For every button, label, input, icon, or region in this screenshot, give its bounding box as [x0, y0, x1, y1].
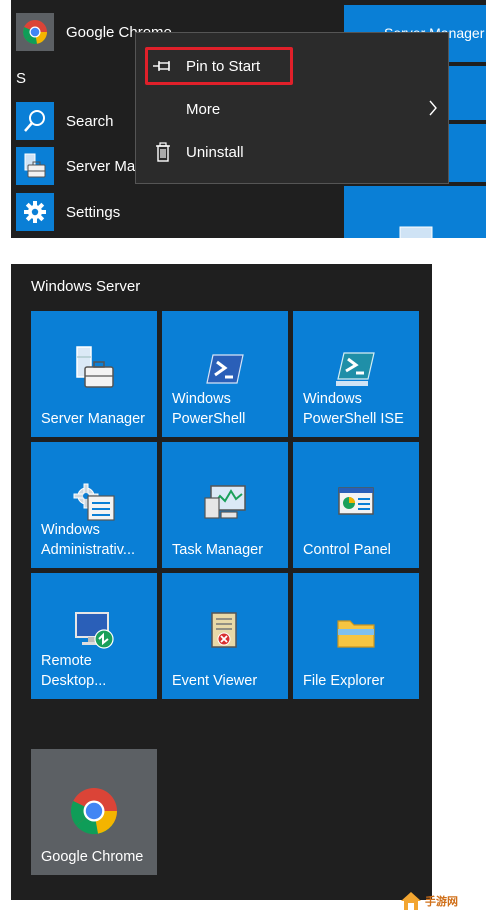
powershell-ise-icon	[293, 351, 419, 387]
tile-windows-powershell-ise[interactable]: Windows PowerShell ISE	[293, 311, 419, 437]
app-item-settings[interactable]: Settings	[11, 192, 346, 232]
powershell-icon	[162, 353, 288, 385]
app-label: Search	[66, 112, 114, 130]
gear-icon	[16, 193, 54, 231]
tile-task-manager[interactable]: Task Manager	[162, 442, 288, 568]
highlight-box	[145, 47, 293, 85]
folder-icon	[293, 615, 419, 649]
watermark: 手游网	[400, 888, 498, 914]
chevron-right-icon	[428, 99, 438, 121]
admin-tools-icon	[31, 482, 157, 522]
tile-label: Server Manager	[41, 411, 145, 427]
tile-label: Windows Administrativ...	[41, 522, 136, 558]
tile-windows-administrative-tools[interactable]: Windows Administrativ...	[31, 442, 157, 568]
menu-item-uninstall[interactable]: Uninstall	[136, 133, 448, 171]
server-manager-icon	[31, 345, 157, 389]
task-manager-icon	[162, 482, 288, 522]
tile-label: Windows PowerShell	[172, 391, 246, 427]
menu-item-more[interactable]: More	[136, 90, 448, 128]
tile-google-chrome-pinned[interactable]: Google Chrome	[31, 749, 157, 875]
tile-server-manager[interactable]: Server Manager	[31, 311, 157, 437]
live-tile[interactable]	[344, 186, 486, 238]
tile-label: Event Viewer	[172, 673, 258, 689]
tile-label: Remote Desktop...	[41, 653, 107, 689]
server-manager-icon	[16, 147, 54, 185]
tile-windows-powershell[interactable]: Windows PowerShell	[162, 311, 288, 437]
chrome-icon	[31, 787, 157, 835]
tile-control-panel[interactable]: Control Panel	[293, 442, 419, 568]
tile-label: Windows PowerShell ISE	[303, 391, 404, 427]
group-title[interactable]: Windows Server	[31, 278, 140, 295]
trash-icon	[152, 142, 174, 162]
menu-item-label: Uninstall	[186, 143, 244, 161]
tile-file-explorer[interactable]: File Explorer	[293, 573, 419, 699]
app-label: Settings	[66, 203, 121, 221]
context-menu: Pin to Start More Uninstall	[135, 32, 449, 184]
section-letter[interactable]: S	[16, 70, 26, 87]
event-viewer-icon	[162, 611, 288, 651]
menu-item-label: More	[186, 100, 221, 118]
monitor-icon	[399, 226, 433, 238]
remote-desktop-icon	[31, 609, 157, 651]
tile-label: Google Chrome	[41, 849, 144, 865]
house-logo-icon	[401, 892, 421, 910]
chrome-icon	[16, 13, 54, 51]
tile-label: Control Panel	[303, 542, 391, 558]
tile-label: Task Manager	[172, 542, 264, 558]
control-panel-icon	[293, 486, 419, 516]
tile-remote-desktop[interactable]: Remote Desktop...	[31, 573, 157, 699]
tile-label: File Explorer	[303, 673, 385, 689]
tile-group-panel: Windows Server Server Manager Windows Po…	[11, 264, 432, 900]
watermark-text: 手游网	[425, 896, 458, 908]
start-menu-panel: Google Chrome S Search Server Manager Se…	[11, 0, 486, 238]
search-icon	[16, 102, 54, 140]
tile-event-viewer[interactable]: Event Viewer	[162, 573, 288, 699]
